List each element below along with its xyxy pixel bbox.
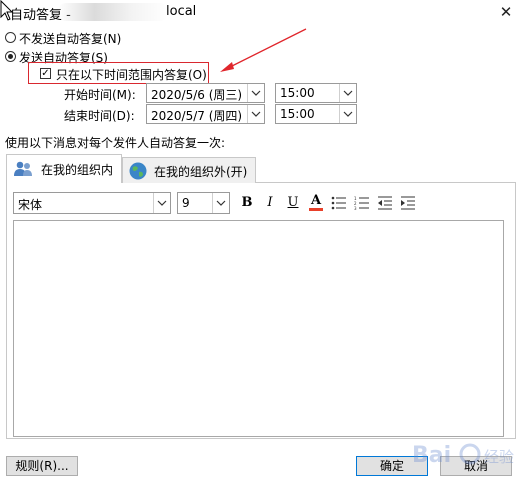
end-time-label: 结束时间(D): [64,109,135,123]
start-time-select[interactable]: 15:00 [275,83,357,103]
end-date-picker[interactable]: 2020/5/7 (周四) [146,104,265,124]
close-button[interactable]: ✕ [494,2,518,22]
decrease-indent-icon[interactable] [377,196,393,210]
no-reply-label[interactable]: 不发送自动答复(N) [19,30,121,47]
svg-text:3: 3 [354,206,357,210]
chevron-down-icon[interactable] [153,193,170,213]
bold-button[interactable]: B [238,194,256,212]
start-date-picker[interactable]: 2020/5/6 (周三) [146,83,265,103]
font-color-button[interactable]: A [307,192,325,211]
no-reply-radio[interactable] [5,32,16,43]
end-time-value: 15:00 [280,107,315,121]
font-name-value: 宋体 [18,198,43,212]
chevron-down-icon[interactable] [247,105,264,123]
svg-text:Bai: Bai [412,443,451,468]
chevron-down-icon[interactable] [339,84,356,102]
chevron-down-icon[interactable] [212,193,229,213]
tab-outside-organization[interactable]: 在我的组织外(开) [122,157,256,183]
window-title-suffix: local [166,4,197,19]
instruction-text: 使用以下消息对每个发件人自动答复一次: [5,136,226,150]
chevron-down-icon[interactable] [247,84,264,102]
end-date-value: 2020/5/7 (周四) [151,109,243,123]
numbered-list-icon[interactable]: 1 2 3 [354,196,370,210]
bullet-list-icon[interactable] [331,196,347,210]
font-name-select[interactable]: 宋体 [13,192,171,214]
font-color-letter: A [310,193,322,208]
annotation-arrow-icon [220,28,307,72]
chevron-down-icon[interactable] [339,105,356,123]
increase-indent-icon[interactable] [400,196,416,210]
watermark-logo: Bai 经验 [410,432,520,476]
title-redacted-blur [58,3,168,21]
globe-icon [129,162,147,180]
time-range-label[interactable]: 只在以下时间范围内答复(O) [56,66,207,83]
tab-inside-label: 在我的组织内 [41,163,114,177]
people-icon [14,161,32,176]
font-size-select[interactable]: 9 [177,192,230,214]
rules-button[interactable]: 规则(R)... [6,456,78,476]
start-date-value: 2020/5/6 (周三) [151,88,243,102]
font-color-swatch [309,208,323,211]
underline-button[interactable]: U [284,194,302,212]
start-time-label: 开始时间(M): [64,88,136,102]
title-bar: 自动答复 - local ✕ [0,0,524,26]
time-range-checkbox[interactable]: ✓ [40,68,51,79]
send-reply-radio[interactable] [5,51,16,62]
tab-outside-label: 在我的组织外(开) [154,165,248,179]
start-time-value: 15:00 [280,86,315,100]
message-body-editor[interactable] [13,220,504,437]
tab-inside-organization[interactable]: 在我的组织内 [6,154,122,183]
mouse-cursor-icon [0,0,14,21]
end-time-select[interactable]: 15:00 [275,104,357,124]
svg-text:经验: 经验 [484,448,514,466]
font-size-value: 9 [182,196,190,210]
italic-button[interactable]: I [261,194,279,212]
